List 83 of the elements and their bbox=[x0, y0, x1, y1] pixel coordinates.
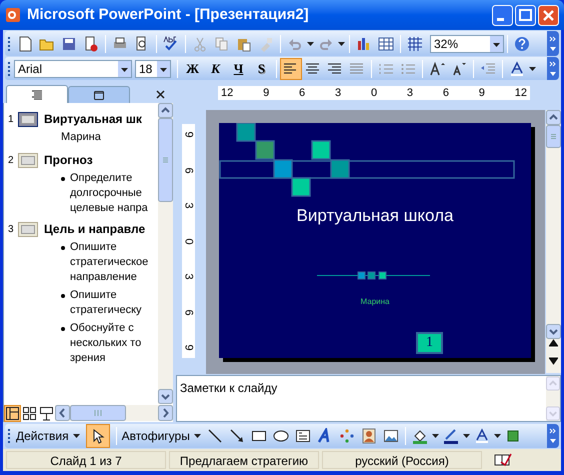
toolbar-grip-icon[interactable] bbox=[8, 36, 11, 52]
maximize-icon[interactable] bbox=[515, 4, 536, 26]
caret-icon[interactable] bbox=[194, 434, 201, 438]
slide-number-box: 1 bbox=[416, 332, 443, 354]
outline-slide-title[interactable]: Прогноз bbox=[44, 153, 93, 168]
ruler-number: 0 bbox=[183, 238, 194, 244]
minimize-icon[interactable] bbox=[492, 4, 513, 26]
status-text: русский (Россия) bbox=[322, 451, 482, 469]
ruler-number: 6 bbox=[183, 308, 194, 316]
outline-bullet-text: Опишите стратегическу bbox=[70, 288, 143, 318]
outline-icon bbox=[29, 88, 45, 102]
select-pointer-icon[interactable] bbox=[86, 424, 110, 448]
ruler-number: 9 bbox=[263, 86, 270, 100]
ruler-number: 6 bbox=[183, 166, 194, 174]
slide-subtitle: Марина bbox=[360, 296, 390, 308]
font-size-field[interactable]: 18 bbox=[135, 60, 171, 78]
ruler-number: 9 bbox=[478, 86, 485, 100]
app-logo-icon bbox=[5, 7, 21, 23]
ruler-number: 9 bbox=[183, 131, 194, 138]
outline-tab[interactable] bbox=[6, 85, 68, 103]
font-name-field[interactable]: Arial bbox=[14, 60, 132, 78]
outline-subtitle: Марина bbox=[60, 130, 102, 145]
scroll-thumb-icon[interactable] bbox=[70, 405, 126, 421]
actions-menu[interactable]: Действия bbox=[14, 427, 83, 445]
ruler-number: 3 bbox=[183, 273, 194, 280]
bullet-icon bbox=[61, 246, 65, 250]
dropdown-arrow-icon[interactable] bbox=[494, 434, 501, 438]
ruler-number: 12 bbox=[221, 86, 234, 100]
shadow-button[interactable]: S bbox=[250, 58, 273, 79]
outline-slide-title[interactable]: Цель и направле bbox=[44, 222, 146, 237]
sorter-view-icon[interactable] bbox=[21, 404, 38, 422]
underline-button[interactable]: Ч bbox=[227, 58, 250, 79]
ruler-number: 6 bbox=[442, 86, 449, 100]
toolbar-options-icon[interactable] bbox=[547, 31, 559, 56]
scroll-thumb-icon[interactable] bbox=[158, 118, 173, 202]
outline-bullet-text: Определите долгосрочные целевые напра bbox=[70, 171, 149, 216]
dropdown-arrow-icon[interactable] bbox=[529, 66, 536, 70]
toolbar-options-icon[interactable] bbox=[547, 57, 559, 80]
zoom-field[interactable]: 32% bbox=[430, 34, 504, 52]
align-left-icon[interactable] bbox=[280, 58, 302, 80]
dropdown-arrow-icon[interactable] bbox=[307, 42, 314, 46]
vertical-scrollbar[interactable] bbox=[158, 103, 173, 404]
outline-slide-title[interactable]: Виртуальная шк bbox=[44, 112, 142, 127]
caret-icon[interactable] bbox=[72, 434, 80, 438]
ruler-number: 3 bbox=[406, 86, 414, 100]
slide-icon[interactable] bbox=[18, 112, 38, 127]
scroll-thumb-icon[interactable] bbox=[546, 125, 561, 148]
close-icon[interactable] bbox=[156, 90, 165, 99]
ruler-number: 6 bbox=[299, 86, 306, 100]
dropdown-arrow-icon[interactable] bbox=[432, 434, 439, 438]
ruler-number: 3 bbox=[334, 86, 342, 100]
slide-number: 3 bbox=[8, 223, 15, 237]
slides-tab[interactable] bbox=[68, 86, 130, 103]
slide-number: 2 bbox=[8, 154, 15, 168]
outline-bullet-text: Опишите стратегическое направление bbox=[70, 240, 150, 285]
ruler-number: 3 bbox=[183, 202, 194, 209]
bold-button[interactable]: Ж bbox=[181, 58, 204, 79]
status-text: Слайд 1 из 7 bbox=[6, 451, 166, 469]
window-title: Microsoft PowerPoint - [Презентация2] bbox=[27, 4, 309, 25]
vertical-scrollbar[interactable] bbox=[546, 110, 561, 373]
slide-number: 1 bbox=[8, 113, 15, 127]
ruler-number: 9 bbox=[183, 344, 194, 351]
horizontal-scrollbar[interactable] bbox=[55, 405, 173, 421]
italic-button[interactable]: К bbox=[204, 58, 227, 79]
bullet-icon bbox=[61, 177, 65, 181]
toolbar-grip-icon[interactable] bbox=[8, 428, 11, 444]
toolbar-grip-icon[interactable] bbox=[8, 60, 11, 76]
slide[interactable]: Виртуальная школа Марина 1 bbox=[219, 123, 531, 358]
dropdown-arrow-icon[interactable] bbox=[338, 42, 345, 46]
ruler-number: 0 bbox=[370, 86, 378, 100]
autoshapes-menu[interactable]: Автофигуры bbox=[120, 427, 204, 445]
toolbar-options-icon[interactable] bbox=[547, 424, 559, 448]
slide-title: Виртуальная школа bbox=[296, 205, 454, 227]
slide-icon bbox=[91, 88, 107, 102]
ruler-number: 12 bbox=[514, 86, 527, 100]
bullet-icon bbox=[61, 294, 65, 298]
bullet-icon bbox=[61, 327, 65, 331]
dropdown-arrow-icon[interactable] bbox=[462, 434, 470, 438]
spelling-status-icon bbox=[493, 452, 513, 468]
normal-view-icon[interactable] bbox=[4, 404, 21, 422]
show-view-icon[interactable] bbox=[38, 404, 55, 422]
status-text: Предлагаем стратегию bbox=[169, 451, 319, 469]
outline-bullet-text: Обоснуйте с нескольких то зрения bbox=[70, 321, 142, 366]
